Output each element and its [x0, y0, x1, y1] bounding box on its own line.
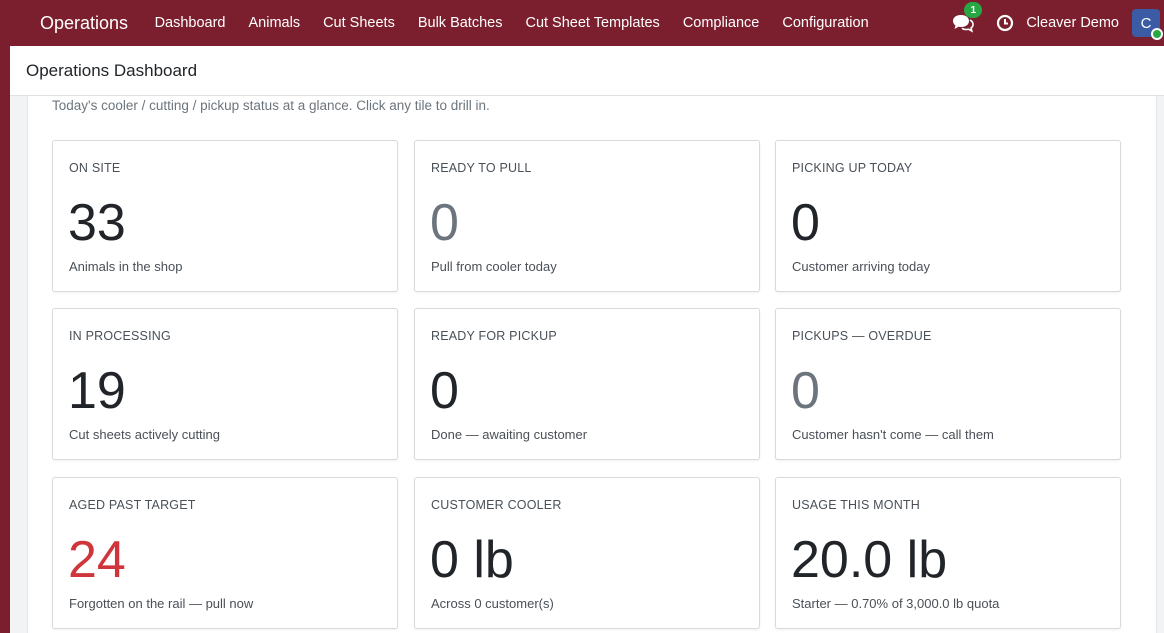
tile-in-processing[interactable]: IN PROCESSING 19 Cut sheets actively cut… — [52, 308, 398, 460]
tile-label: READY FOR PICKUP — [431, 329, 557, 343]
systray: 1 Cleaver Demo C — [952, 0, 1164, 46]
tile-subtitle: Customer arriving today — [792, 259, 930, 274]
dashboard-intro: Today's cooler / cutting / pickup status… — [52, 98, 490, 113]
dashboard-sheet: Today's cooler / cutting / pickup status… — [27, 96, 1157, 633]
menu-compliance[interactable]: Compliance — [671, 15, 771, 31]
tile-value: 20.0 lb — [791, 531, 948, 589]
tile-subtitle: Across 0 customer(s) — [431, 596, 554, 611]
tile-subtitle: Done — awaiting customer — [431, 427, 588, 442]
dashboard-content: Today's cooler / cutting / pickup status… — [10, 96, 1164, 633]
menu-cut-sheet-templates[interactable]: Cut Sheet Templates — [514, 15, 671, 31]
tile-label: ON SITE — [69, 161, 121, 175]
tile-label: PICKING UP TODAY — [792, 161, 913, 175]
tile-subtitle: Pull from cooler today — [431, 259, 557, 274]
tile-subtitle: Animals in the shop — [69, 259, 183, 274]
menu-dashboard[interactable]: Dashboard — [143, 15, 237, 31]
top-navbar: Operations Dashboard Animals Cut Sheets … — [0, 0, 1164, 46]
tile-label: AGED PAST TARGET — [69, 498, 196, 512]
tile-value: 0 — [791, 194, 820, 252]
tile-on-site[interactable]: ON SITE 33 Animals in the shop — [52, 140, 398, 292]
tile-label: IN PROCESSING — [69, 329, 171, 343]
tile-subtitle: Forgotten on the rail — pull now — [69, 596, 254, 611]
tile-ready-to-pull[interactable]: READY TO PULL 0 Pull from cooler today — [414, 140, 760, 292]
tile-label: READY TO PULL — [431, 161, 532, 175]
tile-subtitle: Starter — 0.70% of 3,000.0 lb quota — [792, 596, 1000, 611]
clock-icon — [997, 14, 1014, 32]
user-menu-name[interactable]: Cleaver Demo — [1026, 15, 1119, 31]
activity-button[interactable] — [996, 14, 1014, 32]
tile-ready-for-pickup[interactable]: READY FOR PICKUP 0 Done — awaiting custo… — [414, 308, 760, 460]
tile-label: PICKUPS — OVERDUE — [792, 329, 932, 343]
tile-label: CUSTOMER COOLER — [431, 498, 562, 512]
tile-subtitle: Customer hasn't come — call them — [792, 427, 994, 442]
menu-configuration[interactable]: Configuration — [771, 15, 880, 31]
menu-bulk-batches[interactable]: Bulk Batches — [406, 15, 514, 31]
page-title: Operations Dashboard — [26, 60, 198, 80]
tile-usage-this-month[interactable]: USAGE THIS MONTH 20.0 lb Starter — 0.70%… — [775, 477, 1121, 629]
tile-value: 0 — [430, 362, 459, 420]
main-menu: Dashboard Animals Cut Sheets Bulk Batche… — [143, 15, 880, 31]
main-area: Operations Dashboard Today's cooler / cu… — [10, 46, 1164, 633]
tile-label: USAGE THIS MONTH — [792, 498, 920, 512]
menu-cut-sheets[interactable]: Cut Sheets — [312, 15, 407, 31]
tile-value: 0 — [430, 194, 459, 252]
tile-value: 33 — [68, 194, 126, 252]
online-status-dot — [1151, 28, 1163, 40]
tile-picking-up-today[interactable]: PICKING UP TODAY 0 Customer arriving tod… — [775, 140, 1121, 292]
messages-button[interactable]: 1 — [952, 2, 983, 33]
user-avatar[interactable]: C — [1132, 9, 1163, 40]
tile-value: 24 — [68, 531, 126, 589]
app-brand[interactable]: Operations — [40, 13, 128, 34]
tile-pickups-overdue[interactable]: PICKUPS — OVERDUE 0 Customer hasn't come… — [775, 308, 1121, 460]
avatar-letter: C — [1140, 14, 1152, 32]
tile-aged-past-target[interactable]: AGED PAST TARGET 24 Forgotten on the rai… — [52, 477, 398, 629]
messages-count-badge: 1 — [964, 2, 983, 18]
tile-value: 0 — [791, 362, 820, 420]
tile-value: 19 — [68, 362, 126, 420]
tile-customer-cooler[interactable]: CUSTOMER COOLER 0 lb Across 0 customer(s… — [414, 477, 760, 629]
tile-value: 0 lb — [430, 531, 514, 589]
tile-subtitle: Cut sheets actively cutting — [69, 427, 221, 442]
control-panel: Operations Dashboard — [10, 46, 1164, 96]
menu-animals[interactable]: Animals — [237, 15, 312, 31]
